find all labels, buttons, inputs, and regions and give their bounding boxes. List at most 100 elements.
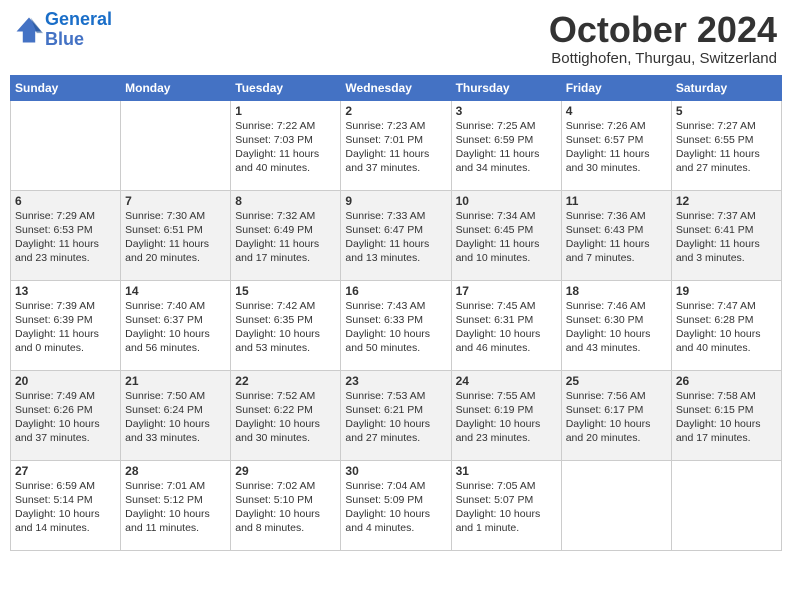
day-detail: Sunrise: 7:25 AM Sunset: 6:59 PM Dayligh… <box>456 119 557 176</box>
day-cell: 9Sunrise: 7:33 AM Sunset: 6:47 PM Daylig… <box>341 190 451 280</box>
day-number: 19 <box>676 284 777 298</box>
day-detail: Sunrise: 7:02 AM Sunset: 5:10 PM Dayligh… <box>235 479 336 536</box>
day-cell: 25Sunrise: 7:56 AM Sunset: 6:17 PM Dayli… <box>561 370 671 460</box>
day-cell <box>11 100 121 190</box>
day-detail: Sunrise: 7:22 AM Sunset: 7:03 PM Dayligh… <box>235 119 336 176</box>
day-number: 14 <box>125 284 226 298</box>
day-cell: 19Sunrise: 7:47 AM Sunset: 6:28 PM Dayli… <box>671 280 781 370</box>
location: Bottighofen, Thurgau, Switzerland <box>549 50 777 67</box>
week-row-2: 6Sunrise: 7:29 AM Sunset: 6:53 PM Daylig… <box>11 190 782 280</box>
day-cell: 21Sunrise: 7:50 AM Sunset: 6:24 PM Dayli… <box>121 370 231 460</box>
day-cell: 6Sunrise: 7:29 AM Sunset: 6:53 PM Daylig… <box>11 190 121 280</box>
day-detail: Sunrise: 7:29 AM Sunset: 6:53 PM Dayligh… <box>15 209 116 266</box>
day-cell <box>121 100 231 190</box>
day-cell <box>671 460 781 550</box>
day-detail: Sunrise: 7:37 AM Sunset: 6:41 PM Dayligh… <box>676 209 777 266</box>
header-thursday: Thursday <box>451 75 561 100</box>
day-cell: 13Sunrise: 7:39 AM Sunset: 6:39 PM Dayli… <box>11 280 121 370</box>
day-cell: 14Sunrise: 7:40 AM Sunset: 6:37 PM Dayli… <box>121 280 231 370</box>
day-cell: 17Sunrise: 7:45 AM Sunset: 6:31 PM Dayli… <box>451 280 561 370</box>
page-header: GeneralBlue October 2024 Bottighofen, Th… <box>10 10 782 67</box>
day-cell: 27Sunrise: 6:59 AM Sunset: 5:14 PM Dayli… <box>11 460 121 550</box>
day-number: 30 <box>345 464 446 478</box>
day-detail: Sunrise: 7:52 AM Sunset: 6:22 PM Dayligh… <box>235 389 336 446</box>
title-block: October 2024 Bottighofen, Thurgau, Switz… <box>549 10 777 67</box>
day-detail: Sunrise: 6:59 AM Sunset: 5:14 PM Dayligh… <box>15 479 116 536</box>
day-detail: Sunrise: 7:53 AM Sunset: 6:21 PM Dayligh… <box>345 389 446 446</box>
week-row-3: 13Sunrise: 7:39 AM Sunset: 6:39 PM Dayli… <box>11 280 782 370</box>
day-number: 8 <box>235 194 336 208</box>
day-cell: 11Sunrise: 7:36 AM Sunset: 6:43 PM Dayli… <box>561 190 671 280</box>
day-cell: 31Sunrise: 7:05 AM Sunset: 5:07 PM Dayli… <box>451 460 561 550</box>
day-number: 11 <box>566 194 667 208</box>
day-number: 6 <box>15 194 116 208</box>
week-row-1: 1Sunrise: 7:22 AM Sunset: 7:03 PM Daylig… <box>11 100 782 190</box>
day-number: 17 <box>456 284 557 298</box>
day-number: 27 <box>15 464 116 478</box>
day-number: 15 <box>235 284 336 298</box>
calendar-header: SundayMondayTuesdayWednesdayThursdayFrid… <box>11 75 782 100</box>
day-number: 31 <box>456 464 557 478</box>
logo: GeneralBlue <box>15 10 112 50</box>
day-number: 13 <box>15 284 116 298</box>
header-monday: Monday <box>121 75 231 100</box>
day-detail: Sunrise: 7:47 AM Sunset: 6:28 PM Dayligh… <box>676 299 777 356</box>
day-number: 29 <box>235 464 336 478</box>
day-cell: 23Sunrise: 7:53 AM Sunset: 6:21 PM Dayli… <box>341 370 451 460</box>
day-detail: Sunrise: 7:49 AM Sunset: 6:26 PM Dayligh… <box>15 389 116 446</box>
header-tuesday: Tuesday <box>231 75 341 100</box>
day-detail: Sunrise: 7:40 AM Sunset: 6:37 PM Dayligh… <box>125 299 226 356</box>
week-row-5: 27Sunrise: 6:59 AM Sunset: 5:14 PM Dayli… <box>11 460 782 550</box>
day-detail: Sunrise: 7:26 AM Sunset: 6:57 PM Dayligh… <box>566 119 667 176</box>
day-number: 2 <box>345 104 446 118</box>
header-sunday: Sunday <box>11 75 121 100</box>
day-number: 3 <box>456 104 557 118</box>
day-cell: 1Sunrise: 7:22 AM Sunset: 7:03 PM Daylig… <box>231 100 341 190</box>
day-cell: 16Sunrise: 7:43 AM Sunset: 6:33 PM Dayli… <box>341 280 451 370</box>
day-cell: 3Sunrise: 7:25 AM Sunset: 6:59 PM Daylig… <box>451 100 561 190</box>
day-number: 7 <box>125 194 226 208</box>
day-cell: 8Sunrise: 7:32 AM Sunset: 6:49 PM Daylig… <box>231 190 341 280</box>
day-number: 9 <box>345 194 446 208</box>
day-cell: 5Sunrise: 7:27 AM Sunset: 6:55 PM Daylig… <box>671 100 781 190</box>
day-detail: Sunrise: 7:36 AM Sunset: 6:43 PM Dayligh… <box>566 209 667 266</box>
day-detail: Sunrise: 7:45 AM Sunset: 6:31 PM Dayligh… <box>456 299 557 356</box>
day-cell: 26Sunrise: 7:58 AM Sunset: 6:15 PM Dayli… <box>671 370 781 460</box>
day-detail: Sunrise: 7:46 AM Sunset: 6:30 PM Dayligh… <box>566 299 667 356</box>
day-number: 4 <box>566 104 667 118</box>
header-friday: Friday <box>561 75 671 100</box>
day-detail: Sunrise: 7:30 AM Sunset: 6:51 PM Dayligh… <box>125 209 226 266</box>
day-number: 18 <box>566 284 667 298</box>
day-cell: 20Sunrise: 7:49 AM Sunset: 6:26 PM Dayli… <box>11 370 121 460</box>
day-number: 25 <box>566 374 667 388</box>
day-number: 16 <box>345 284 446 298</box>
day-cell: 18Sunrise: 7:46 AM Sunset: 6:30 PM Dayli… <box>561 280 671 370</box>
day-cell: 15Sunrise: 7:42 AM Sunset: 6:35 PM Dayli… <box>231 280 341 370</box>
day-detail: Sunrise: 7:50 AM Sunset: 6:24 PM Dayligh… <box>125 389 226 446</box>
day-detail: Sunrise: 7:39 AM Sunset: 6:39 PM Dayligh… <box>15 299 116 356</box>
day-number: 28 <box>125 464 226 478</box>
day-cell: 2Sunrise: 7:23 AM Sunset: 7:01 PM Daylig… <box>341 100 451 190</box>
day-number: 22 <box>235 374 336 388</box>
day-detail: Sunrise: 7:33 AM Sunset: 6:47 PM Dayligh… <box>345 209 446 266</box>
week-row-4: 20Sunrise: 7:49 AM Sunset: 6:26 PM Dayli… <box>11 370 782 460</box>
day-detail: Sunrise: 7:55 AM Sunset: 6:19 PM Dayligh… <box>456 389 557 446</box>
day-number: 1 <box>235 104 336 118</box>
day-cell: 28Sunrise: 7:01 AM Sunset: 5:12 PM Dayli… <box>121 460 231 550</box>
day-cell: 24Sunrise: 7:55 AM Sunset: 6:19 PM Dayli… <box>451 370 561 460</box>
day-detail: Sunrise: 7:34 AM Sunset: 6:45 PM Dayligh… <box>456 209 557 266</box>
day-number: 5 <box>676 104 777 118</box>
day-detail: Sunrise: 7:01 AM Sunset: 5:12 PM Dayligh… <box>125 479 226 536</box>
header-saturday: Saturday <box>671 75 781 100</box>
day-cell: 4Sunrise: 7:26 AM Sunset: 6:57 PM Daylig… <box>561 100 671 190</box>
header-wednesday: Wednesday <box>341 75 451 100</box>
day-detail: Sunrise: 7:27 AM Sunset: 6:55 PM Dayligh… <box>676 119 777 176</box>
day-number: 12 <box>676 194 777 208</box>
day-detail: Sunrise: 7:23 AM Sunset: 7:01 PM Dayligh… <box>345 119 446 176</box>
day-number: 26 <box>676 374 777 388</box>
day-cell <box>561 460 671 550</box>
day-detail: Sunrise: 7:58 AM Sunset: 6:15 PM Dayligh… <box>676 389 777 446</box>
day-number: 21 <box>125 374 226 388</box>
day-cell: 30Sunrise: 7:04 AM Sunset: 5:09 PM Dayli… <box>341 460 451 550</box>
day-detail: Sunrise: 7:32 AM Sunset: 6:49 PM Dayligh… <box>235 209 336 266</box>
